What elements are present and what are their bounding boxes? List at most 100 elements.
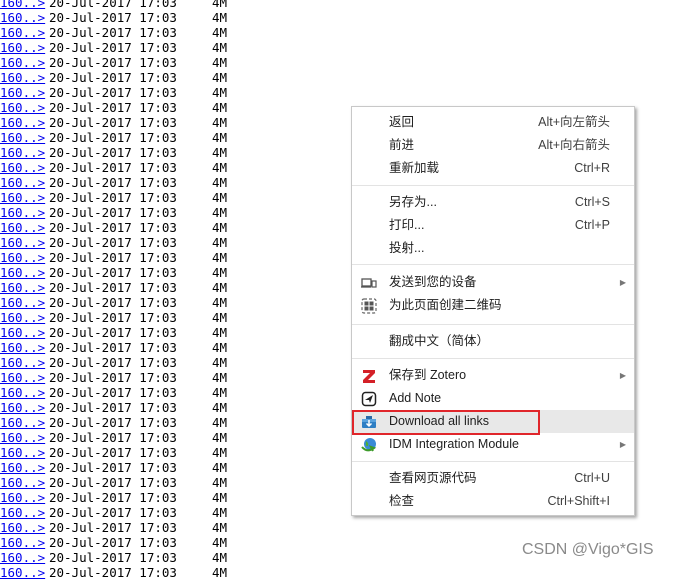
file-link[interactable]: 160..>: [0, 145, 45, 160]
add-note-icon: [361, 391, 377, 407]
file-link[interactable]: 160..>: [0, 280, 45, 295]
menu-item-translate[interactable]: 翻成中文（简体）: [352, 330, 634, 353]
file-link[interactable]: 160..>: [0, 205, 45, 220]
listing-row: 160..> 20-Jul-2017 17:03 4M: [0, 295, 340, 310]
file-link[interactable]: 160..>: [0, 160, 45, 175]
file-date: 20-Jul-2017 17:03: [49, 175, 177, 190]
file-date: 20-Jul-2017 17:03: [49, 205, 177, 220]
menu-item-label: 发送到您的设备: [389, 275, 477, 289]
shortcut: Ctrl+S: [574, 195, 610, 209]
file-link[interactable]: 160..>: [0, 250, 45, 265]
menu-item-back[interactable]: 返回 Alt+向左箭头: [352, 111, 634, 134]
file-link[interactable]: 160..>: [0, 235, 45, 250]
highlight-annotation-box: [352, 410, 540, 435]
listing-row: 160..> 20-Jul-2017 17:03 4M: [0, 430, 340, 445]
menu-item-print[interactable]: 打印... Ctrl+P: [352, 214, 634, 237]
file-link[interactable]: 160..>: [0, 325, 45, 340]
file-link[interactable]: 160..>: [0, 310, 45, 325]
menu-item-create-qr-code[interactable]: 为此页面创建二维码: [352, 294, 634, 317]
menu-separator: [352, 324, 634, 325]
file-size: 4M: [212, 550, 228, 565]
file-date: 20-Jul-2017 17:03: [49, 505, 177, 520]
listing-row: 160..> 20-Jul-2017 17:03 4M: [0, 445, 340, 460]
menu-item-label: 重新加载: [389, 161, 440, 175]
file-size: 4M: [212, 40, 228, 55]
listing-row: 160..> 20-Jul-2017 17:03 4M: [0, 130, 340, 145]
file-date: 20-Jul-2017 17:03: [49, 145, 177, 160]
menu-item-save-as[interactable]: 另存为... Ctrl+S: [352, 191, 634, 214]
menu-item-inspect[interactable]: 检查 Ctrl+Shift+I: [352, 490, 634, 513]
menu-item-label: 前进: [389, 138, 415, 152]
menu-item-send-to-devices[interactable]: 发送到您的设备 ▶: [352, 271, 634, 294]
file-link[interactable]: 160..>: [0, 430, 45, 445]
listing-row: 160..> 20-Jul-2017 17:03 4M: [0, 460, 340, 475]
file-date: 20-Jul-2017 17:03: [49, 385, 177, 400]
listing-row: 160..> 20-Jul-2017 17:03 4M: [0, 370, 340, 385]
file-link[interactable]: 160..>: [0, 445, 45, 460]
shortcut: Ctrl+P: [574, 218, 610, 232]
file-link[interactable]: 160..>: [0, 550, 45, 565]
menu-item-view-source[interactable]: 查看网页源代码 Ctrl+U: [352, 467, 634, 490]
listing-row: 160..> 20-Jul-2017 17:03 4M: [0, 340, 340, 355]
qr-code-icon: [361, 298, 377, 314]
file-link[interactable]: 160..>: [0, 370, 45, 385]
file-date: 20-Jul-2017 17:03: [49, 550, 177, 565]
listing-row: 160..> 20-Jul-2017 17:03 4M: [0, 535, 340, 550]
file-link[interactable]: 160..>: [0, 70, 45, 85]
file-size: 4M: [212, 490, 228, 505]
file-size: 4M: [212, 520, 228, 535]
file-link[interactable]: 160..>: [0, 190, 45, 205]
file-link[interactable]: 160..>: [0, 340, 45, 355]
menu-item-save-to-zotero[interactable]: 保存到 Zotero ▶: [352, 364, 634, 387]
file-date: 20-Jul-2017 17:03: [49, 55, 177, 70]
file-link[interactable]: 160..>: [0, 55, 45, 70]
file-date: 20-Jul-2017 17:03: [49, 160, 177, 175]
file-link[interactable]: 160..>: [0, 265, 45, 280]
file-date: 20-Jul-2017 17:03: [49, 475, 177, 490]
file-size: 4M: [212, 0, 228, 10]
file-size: 4M: [212, 280, 228, 295]
file-link[interactable]: 160..>: [0, 400, 45, 415]
file-link[interactable]: 160..>: [0, 460, 45, 475]
file-date: 20-Jul-2017 17:03: [49, 250, 177, 265]
file-link[interactable]: 160..>: [0, 535, 45, 550]
submenu-arrow-icon: ▶: [619, 371, 626, 380]
menu-item-label: 投射...: [389, 241, 425, 255]
file-size: 4M: [212, 55, 228, 70]
file-link[interactable]: 160..>: [0, 505, 45, 520]
file-date: 20-Jul-2017 17:03: [49, 220, 177, 235]
listing-row: 160..> 20-Jul-2017 17:03 4M: [0, 265, 340, 280]
watermark: CSDN @Vigo*GIS: [522, 541, 654, 558]
file-link[interactable]: 160..>: [0, 115, 45, 130]
menu-item-forward[interactable]: 前进 Alt+向右箭头: [352, 134, 634, 157]
file-link[interactable]: 160..>: [0, 25, 45, 40]
menu-item-add-note[interactable]: Add Note: [352, 387, 634, 410]
file-link[interactable]: 160..>: [0, 490, 45, 505]
file-size: 4M: [212, 250, 228, 265]
listing-row: 160..> 20-Jul-2017 17:03 4M: [0, 0, 340, 10]
file-link[interactable]: 160..>: [0, 130, 45, 145]
file-link[interactable]: 160..>: [0, 220, 45, 235]
file-link[interactable]: 160..>: [0, 520, 45, 535]
file-link[interactable]: 160..>: [0, 85, 45, 100]
file-link[interactable]: 160..>: [0, 475, 45, 490]
menu-item-reload[interactable]: 重新加载 Ctrl+R: [352, 157, 634, 180]
file-link[interactable]: 160..>: [0, 355, 45, 370]
file-link[interactable]: 160..>: [0, 295, 45, 310]
file-link[interactable]: 160..>: [0, 40, 45, 55]
menu-item-idm-integration[interactable]: IDM Integration Module ▶: [352, 433, 634, 456]
file-link[interactable]: 160..>: [0, 0, 45, 10]
file-date: 20-Jul-2017 17:03: [49, 85, 177, 100]
file-link[interactable]: 160..>: [0, 100, 45, 115]
listing-row: 160..> 20-Jul-2017 17:03 4M: [0, 280, 340, 295]
file-link[interactable]: 160..>: [0, 175, 45, 190]
file-link[interactable]: 160..>: [0, 385, 45, 400]
file-date: 20-Jul-2017 17:03: [49, 280, 177, 295]
file-size: 4M: [212, 85, 228, 100]
file-date: 20-Jul-2017 17:03: [49, 325, 177, 340]
zotero-icon: [363, 370, 375, 383]
listing-row: 160..> 20-Jul-2017 17:03 4M: [0, 100, 340, 115]
file-link[interactable]: 160..>: [0, 10, 45, 25]
file-link[interactable]: 160..>: [0, 415, 45, 430]
menu-item-cast[interactable]: 投射...: [352, 237, 634, 260]
